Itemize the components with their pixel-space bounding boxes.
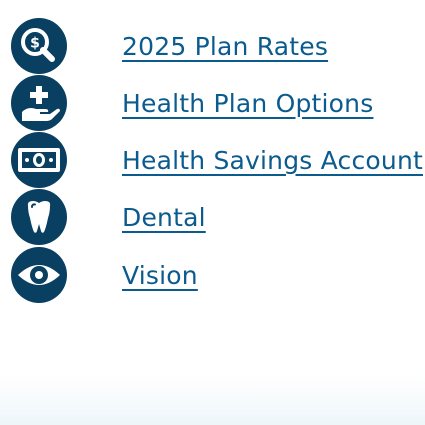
link-label: Health Plan Options xyxy=(122,88,374,118)
link-plan-rates[interactable]: $ 2025 Plan Rates xyxy=(10,17,425,75)
link-vision[interactable]: Vision xyxy=(10,246,425,304)
link-label: Vision xyxy=(122,260,198,290)
link-label: Health Savings Account xyxy=(122,145,423,175)
link-dental[interactable]: Dental xyxy=(10,188,425,246)
link-health-plan-options[interactable]: Health Plan Options xyxy=(10,74,425,132)
tooth-icon xyxy=(11,189,67,245)
link-health-savings-account[interactable]: Health Savings Account xyxy=(10,131,425,189)
benefits-links-page: $ 2025 Plan Rates Health Plan Options He… xyxy=(0,0,425,425)
eye-icon xyxy=(11,247,67,303)
bottom-fade xyxy=(0,375,425,425)
link-label: 2025 Plan Rates xyxy=(122,31,329,61)
link-label: Dental xyxy=(122,202,206,232)
svg-text:$: $ xyxy=(30,36,40,52)
money-bill-icon xyxy=(11,132,67,188)
money-search-icon: $ xyxy=(11,18,67,74)
medical-hand-icon xyxy=(11,75,67,131)
